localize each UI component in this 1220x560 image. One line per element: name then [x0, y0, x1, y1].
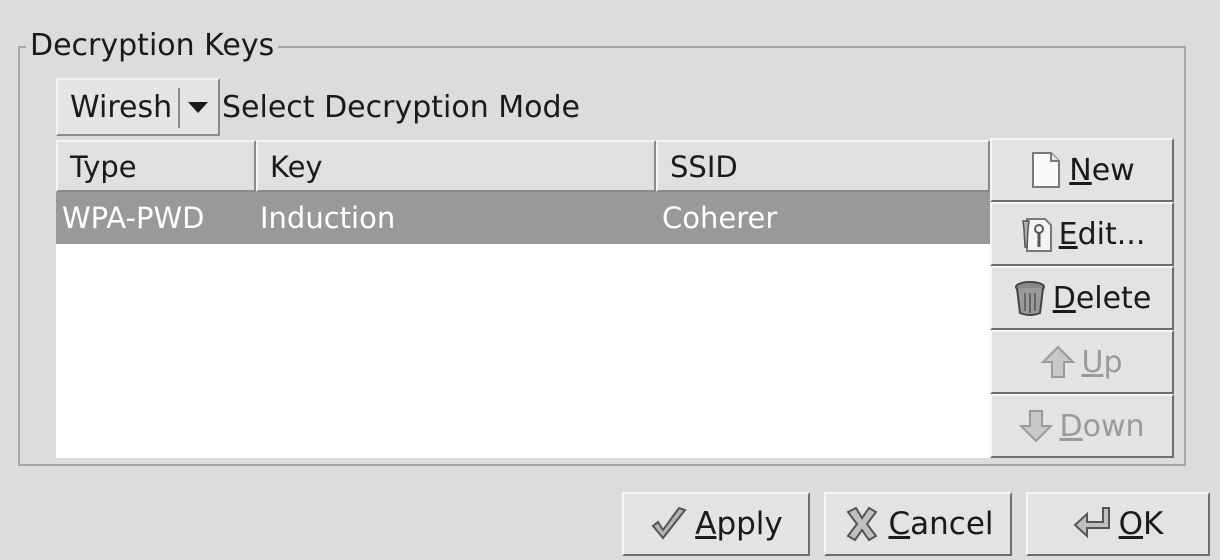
column-header-type[interactable]: Type — [56, 140, 256, 192]
column-header-ssid[interactable]: SSID — [656, 140, 990, 192]
keys-table: Type Key SSID WPA-PWD Induction Coherer — [56, 140, 990, 458]
decryption-mode-label: Select Decryption Mode — [222, 89, 581, 125]
table-row[interactable]: WPA-PWD Induction Coherer — [56, 192, 990, 244]
ok-button[interactable]: OK — [1026, 492, 1210, 556]
apply-button-label: Apply — [695, 506, 783, 542]
decryption-mode-combo[interactable]: Wiresh — [56, 78, 220, 136]
cell-type: WPA-PWD — [62, 201, 205, 235]
arrow-up-icon — [1041, 343, 1076, 381]
edit-tools-icon — [1019, 215, 1053, 253]
up-button[interactable]: Up — [990, 330, 1174, 394]
cross-icon — [842, 504, 882, 544]
apply-button[interactable]: Apply — [622, 492, 810, 556]
trash-can-icon — [1013, 279, 1047, 317]
down-button-label: Down — [1059, 408, 1145, 444]
down-button[interactable]: Down — [990, 394, 1174, 458]
column-header-key[interactable]: Key — [256, 140, 656, 192]
decryption-mode-row: Wiresh Select Decryption Mode — [56, 78, 580, 136]
new-document-icon — [1029, 151, 1063, 189]
group-title: Decryption Keys — [26, 28, 279, 64]
dialog-button-row: Apply Cancel OK — [622, 492, 1220, 556]
up-button-label: Up — [1081, 344, 1123, 380]
decryption-mode-value: Wiresh — [70, 89, 173, 125]
cancel-button-label: Cancel — [888, 506, 994, 542]
delete-button-label: Delete — [1052, 280, 1152, 316]
side-button-column: New Edit... Delete Up Down — [990, 138, 1176, 458]
checkmark-icon — [649, 504, 689, 544]
edit-button-label: Edit... — [1058, 216, 1146, 252]
enter-return-icon — [1073, 504, 1113, 544]
cancel-button[interactable]: Cancel — [824, 492, 1012, 556]
cell-key: Induction — [260, 201, 396, 235]
arrow-down-icon — [1019, 407, 1054, 445]
ok-button-label: OK — [1118, 506, 1164, 542]
edit-button[interactable]: Edit... — [990, 202, 1174, 266]
chevron-down-icon — [188, 102, 208, 113]
cell-ssid: Coherer — [662, 201, 778, 235]
new-button[interactable]: New — [990, 138, 1174, 202]
combo-separator — [178, 88, 180, 128]
delete-button[interactable]: Delete — [990, 266, 1174, 330]
new-button-label: New — [1069, 152, 1135, 188]
table-header: Type Key SSID — [56, 140, 990, 192]
